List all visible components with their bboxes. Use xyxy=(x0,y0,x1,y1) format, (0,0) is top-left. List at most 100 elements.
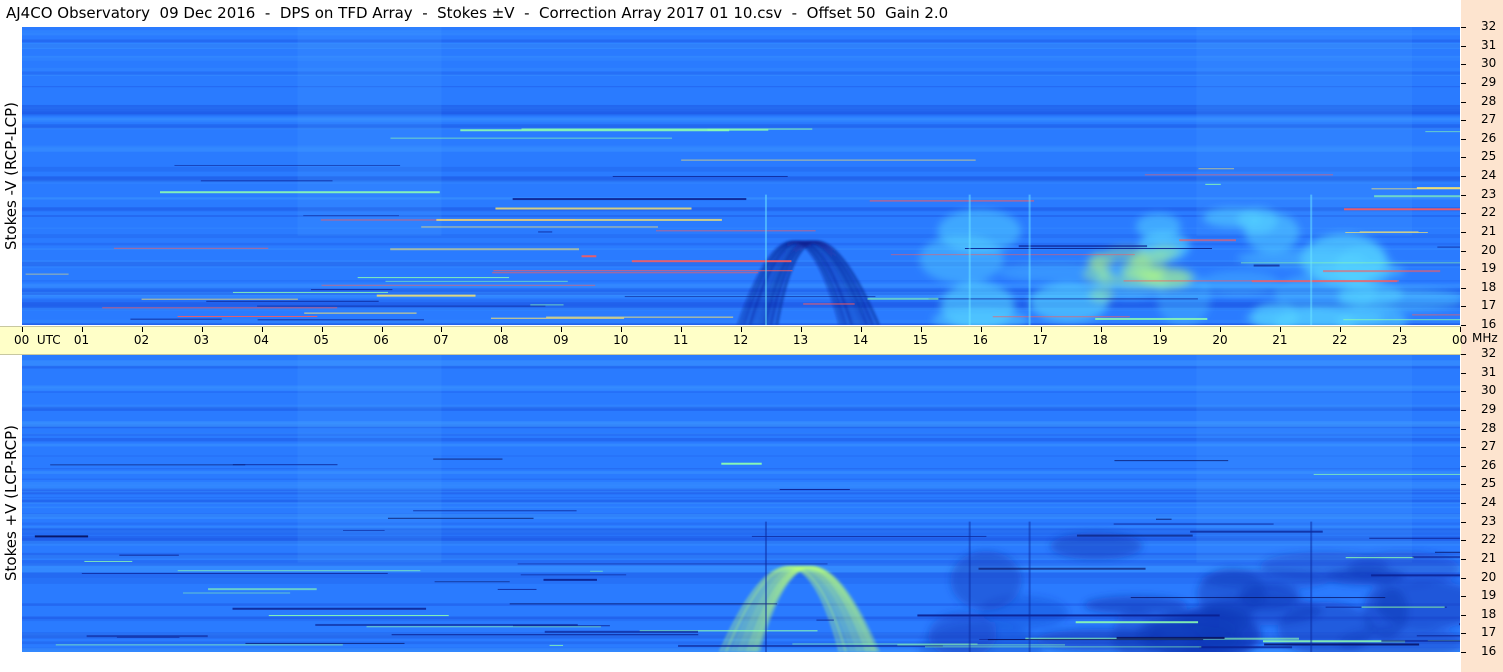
rfi-line xyxy=(343,529,385,531)
rfi-line xyxy=(1359,231,1419,233)
freq-tick-label: 19 xyxy=(1481,261,1497,276)
rfi-line xyxy=(544,630,699,633)
rfi-line xyxy=(816,619,834,621)
rfi-line xyxy=(310,289,393,291)
rfi-line xyxy=(130,318,222,320)
rfi-line xyxy=(177,570,421,572)
rfi-line xyxy=(612,175,788,177)
rfi-line xyxy=(721,462,762,465)
time-tick-mark xyxy=(201,327,203,332)
rfi-line xyxy=(119,554,179,556)
rfi-line xyxy=(232,607,427,610)
freq-tick-label: 26 xyxy=(1481,457,1497,472)
rfi-line xyxy=(530,304,564,306)
freq-tick-label: 22 xyxy=(1481,205,1497,220)
band-stripe xyxy=(22,265,1460,269)
rfi-line xyxy=(517,563,828,565)
freq-tick-label: 31 xyxy=(1481,364,1497,379)
rfi-line xyxy=(434,581,510,583)
freq-tick-label: 30 xyxy=(1481,383,1497,398)
rfi-spike xyxy=(764,194,767,325)
rfi-line xyxy=(1123,280,1400,282)
rfi-line xyxy=(681,159,976,161)
time-axis: 00 UTC 01 02 03 04 05 06 07 08 09 10 11 12 13 14 15 16 17… xyxy=(0,326,1467,355)
rfi-line xyxy=(1075,621,1199,624)
time-tick-mark xyxy=(1400,327,1402,332)
freq-tick-mark xyxy=(1461,64,1466,66)
band-stripe xyxy=(22,302,1460,307)
time-tick-label: 03 xyxy=(193,333,210,347)
column-shade xyxy=(1196,27,1413,236)
rfi-line xyxy=(538,231,553,233)
rfi-line xyxy=(520,574,627,576)
time-tick-mark xyxy=(441,327,443,332)
rfi-line xyxy=(460,129,730,132)
rfi-line xyxy=(113,247,269,249)
rfi-line xyxy=(492,272,759,274)
freq-tick-label: 23 xyxy=(1481,513,1497,528)
rfi-line xyxy=(978,567,1146,570)
time-tick-label: 22 xyxy=(1332,333,1348,347)
freq-tick-mark xyxy=(1461,101,1466,103)
freq-tick-label: 31 xyxy=(1481,37,1497,52)
region-blob xyxy=(1119,258,1167,279)
rfi-line xyxy=(890,254,1135,256)
rfi-line xyxy=(206,300,379,302)
rfi-line xyxy=(521,128,813,130)
rfi-line xyxy=(433,458,503,460)
spectrogram-top xyxy=(22,27,1460,325)
rfi-line xyxy=(385,280,568,282)
freq-tick-mark xyxy=(1461,287,1466,289)
rfi-line xyxy=(81,572,388,574)
time-tick-label: 23 xyxy=(1392,333,1408,347)
time-tick-label: 21 xyxy=(1272,333,1288,347)
time-tick-label: 18 xyxy=(1092,333,1108,347)
rfi-line xyxy=(655,230,816,232)
freq-tick-label: 27 xyxy=(1481,112,1497,127)
time-tick-label: 00 UTC xyxy=(14,333,61,347)
title-bar: AJ4CO Observatory 09 Dec 2016 - DPS on T… xyxy=(0,0,1461,26)
freq-tick-label: 28 xyxy=(1481,420,1497,435)
rfi-line xyxy=(495,207,692,210)
rfi-line xyxy=(421,226,659,228)
bottom-ylabel-text: Stokes +V (LCP-RCP) xyxy=(2,425,20,581)
rfi-line xyxy=(390,137,672,139)
rfi-line xyxy=(803,303,855,305)
freq-tick-mark xyxy=(1461,447,1466,449)
time-tick-mark xyxy=(81,327,83,332)
time-tick-label: 15 xyxy=(912,333,929,347)
freq-tick-mark xyxy=(1461,354,1466,355)
rfi-line xyxy=(1416,635,1460,637)
rfi-line xyxy=(1425,131,1460,133)
time-tick-label: 02 xyxy=(133,333,150,347)
rfi-line xyxy=(1240,262,1460,264)
freq-tick-label: 24 xyxy=(1481,168,1497,182)
rfi-line xyxy=(1018,245,1148,248)
freq-tick-mark xyxy=(1461,409,1466,411)
rfi-line xyxy=(1369,537,1460,539)
region-blob xyxy=(1337,283,1404,305)
freq-tick-label: 26 xyxy=(1481,130,1497,145)
time-tick-label: 00 xyxy=(1452,333,1468,347)
freq-tick-mark xyxy=(1461,391,1466,393)
rfi-line xyxy=(55,644,343,646)
rfi-line xyxy=(182,592,291,594)
freq-tick-label: 21 xyxy=(1481,223,1497,238)
rfi-line xyxy=(779,489,850,491)
rfi-line xyxy=(917,614,1220,617)
freq-tick-label: 23 xyxy=(1481,186,1497,201)
rfi-line xyxy=(50,464,246,466)
rfi-spike xyxy=(968,521,971,652)
band-stripe xyxy=(22,242,1460,246)
freq-tick-mark xyxy=(1461,269,1466,271)
region-blob xyxy=(950,550,1022,610)
time-tick-label: 20 xyxy=(1212,333,1228,347)
rfi-line xyxy=(245,642,405,644)
time-tick-mark xyxy=(381,327,383,332)
rfi-line xyxy=(1116,636,1225,639)
freq-tick-label: 19 xyxy=(1481,588,1497,603)
freq-axis-top: 32 31 30 29 28 27 26 25 24 23 22 21 20 19 18 17 16 xyxy=(1461,19,1503,331)
freq-tick-label: 24 xyxy=(1481,495,1497,509)
time-tick-mark xyxy=(501,327,503,332)
freq-tick-label: 29 xyxy=(1481,401,1497,416)
